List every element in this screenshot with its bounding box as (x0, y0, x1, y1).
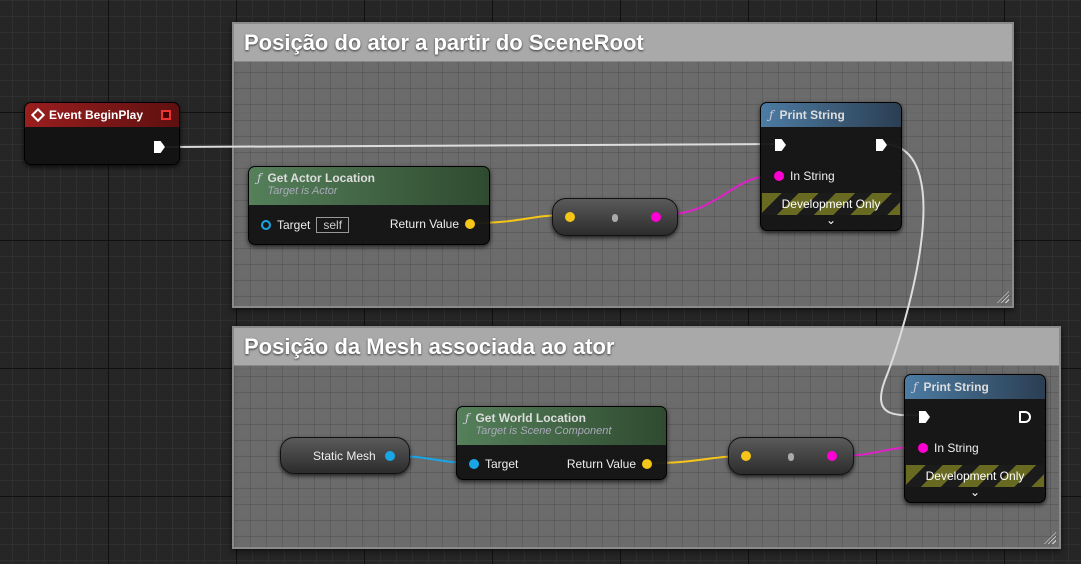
delegate-pin-icon[interactable] (161, 110, 171, 120)
comment-title[interactable]: Posição da Mesh associada ao ator (234, 328, 1059, 366)
return-value-pin[interactable]: Return Value (390, 217, 475, 231)
node-title: Event BeginPlay (49, 108, 144, 122)
development-only-banner: Development Only (906, 465, 1044, 487)
conversion-dot-icon (612, 214, 618, 222)
vector-to-string-conversion-node[interactable] (728, 437, 854, 475)
target-pin[interactable]: Target (469, 457, 518, 471)
pin-label: In String (934, 441, 979, 455)
node-header: ƒ Print String (761, 103, 901, 127)
event-begin-play-node[interactable]: Event BeginPlay (24, 102, 180, 165)
node-title: Get World Location (475, 411, 586, 425)
event-diamond-icon (30, 107, 46, 123)
return-value-pin[interactable]: Return Value (567, 457, 652, 471)
node-subtitle: Target is Actor (267, 185, 338, 197)
resize-handle[interactable] (997, 291, 1009, 303)
node-title: Print String (779, 108, 845, 122)
expand-chevron-icon[interactable]: ⌄ (761, 213, 901, 227)
print-string-node[interactable]: ƒ Print String In String Development Onl… (904, 374, 1046, 503)
node-title: Print String (923, 380, 989, 394)
exec-pin-icon[interactable] (919, 411, 930, 423)
pin-label: Target (485, 457, 519, 471)
pin-label: In String (790, 169, 835, 183)
node-header: ƒ Print String (905, 375, 1045, 399)
vector-pin-icon[interactable] (642, 459, 652, 469)
target-value-field[interactable]: self (316, 217, 350, 233)
exec-pin-icon[interactable] (154, 141, 165, 153)
string-pin-icon[interactable] (651, 212, 661, 222)
object-pin-icon[interactable] (261, 220, 271, 230)
static-mesh-variable-node[interactable]: Static Mesh (280, 437, 410, 474)
string-pin-icon[interactable] (774, 171, 784, 181)
exec-in-pin[interactable] (919, 411, 930, 423)
print-string-node[interactable]: ƒ Print String In String Development Onl… (760, 102, 902, 231)
expand-chevron-icon[interactable]: ⌄ (905, 485, 1045, 499)
exec-out-pin[interactable] (876, 139, 887, 151)
exec-in-pin[interactable] (775, 139, 786, 151)
exec-pin-icon[interactable] (876, 139, 887, 151)
vector-pin-icon[interactable] (565, 212, 575, 222)
string-pin-icon[interactable] (918, 443, 928, 453)
exec-out-pin[interactable] (154, 141, 165, 153)
function-icon: ƒ (913, 380, 918, 394)
development-only-banner: Development Only (762, 193, 900, 215)
get-actor-location-node[interactable]: ƒ Get Actor Location Target is Actor Targ… (248, 166, 490, 245)
pin-label: Return Value (566, 457, 636, 471)
in-string-pin[interactable]: In String (774, 169, 835, 183)
vector-pin-icon[interactable] (741, 451, 751, 461)
get-world-location-node[interactable]: ƒ Get World Location Target is Scene Comp… (456, 406, 667, 480)
node-subtitle: Target is Scene Component (475, 425, 612, 437)
exec-pin-icon[interactable] (775, 139, 786, 151)
pin-label: Target (277, 218, 311, 232)
vector-to-string-conversion-node[interactable] (552, 198, 678, 236)
function-icon: ƒ (769, 108, 774, 122)
vector-pin-icon[interactable] (465, 219, 475, 229)
exec-out-pin[interactable] (1019, 411, 1031, 423)
resize-handle[interactable] (1044, 532, 1056, 544)
comment-title[interactable]: Posição do ator a partir do SceneRoot (234, 24, 1012, 62)
node-header: ƒ Get Actor Location Target is Actor (249, 167, 489, 205)
function-icon: ƒ (257, 171, 262, 185)
node-title: Get Actor Location (267, 171, 376, 185)
exec-pin-icon[interactable] (1019, 411, 1031, 423)
in-string-pin[interactable]: In String (918, 441, 979, 455)
conversion-dot-icon (788, 453, 794, 461)
object-pin-icon[interactable] (469, 459, 479, 469)
target-pin[interactable]: Target self (261, 217, 350, 233)
object-pin-icon[interactable] (385, 451, 395, 461)
function-icon: ƒ (465, 411, 470, 425)
string-pin-icon[interactable] (827, 451, 837, 461)
variable-label: Static Mesh (313, 449, 376, 463)
node-header: Event BeginPlay (25, 103, 179, 127)
node-header: ƒ Get World Location Target is Scene Comp… (457, 407, 666, 445)
pin-label: Return Value (389, 217, 459, 231)
